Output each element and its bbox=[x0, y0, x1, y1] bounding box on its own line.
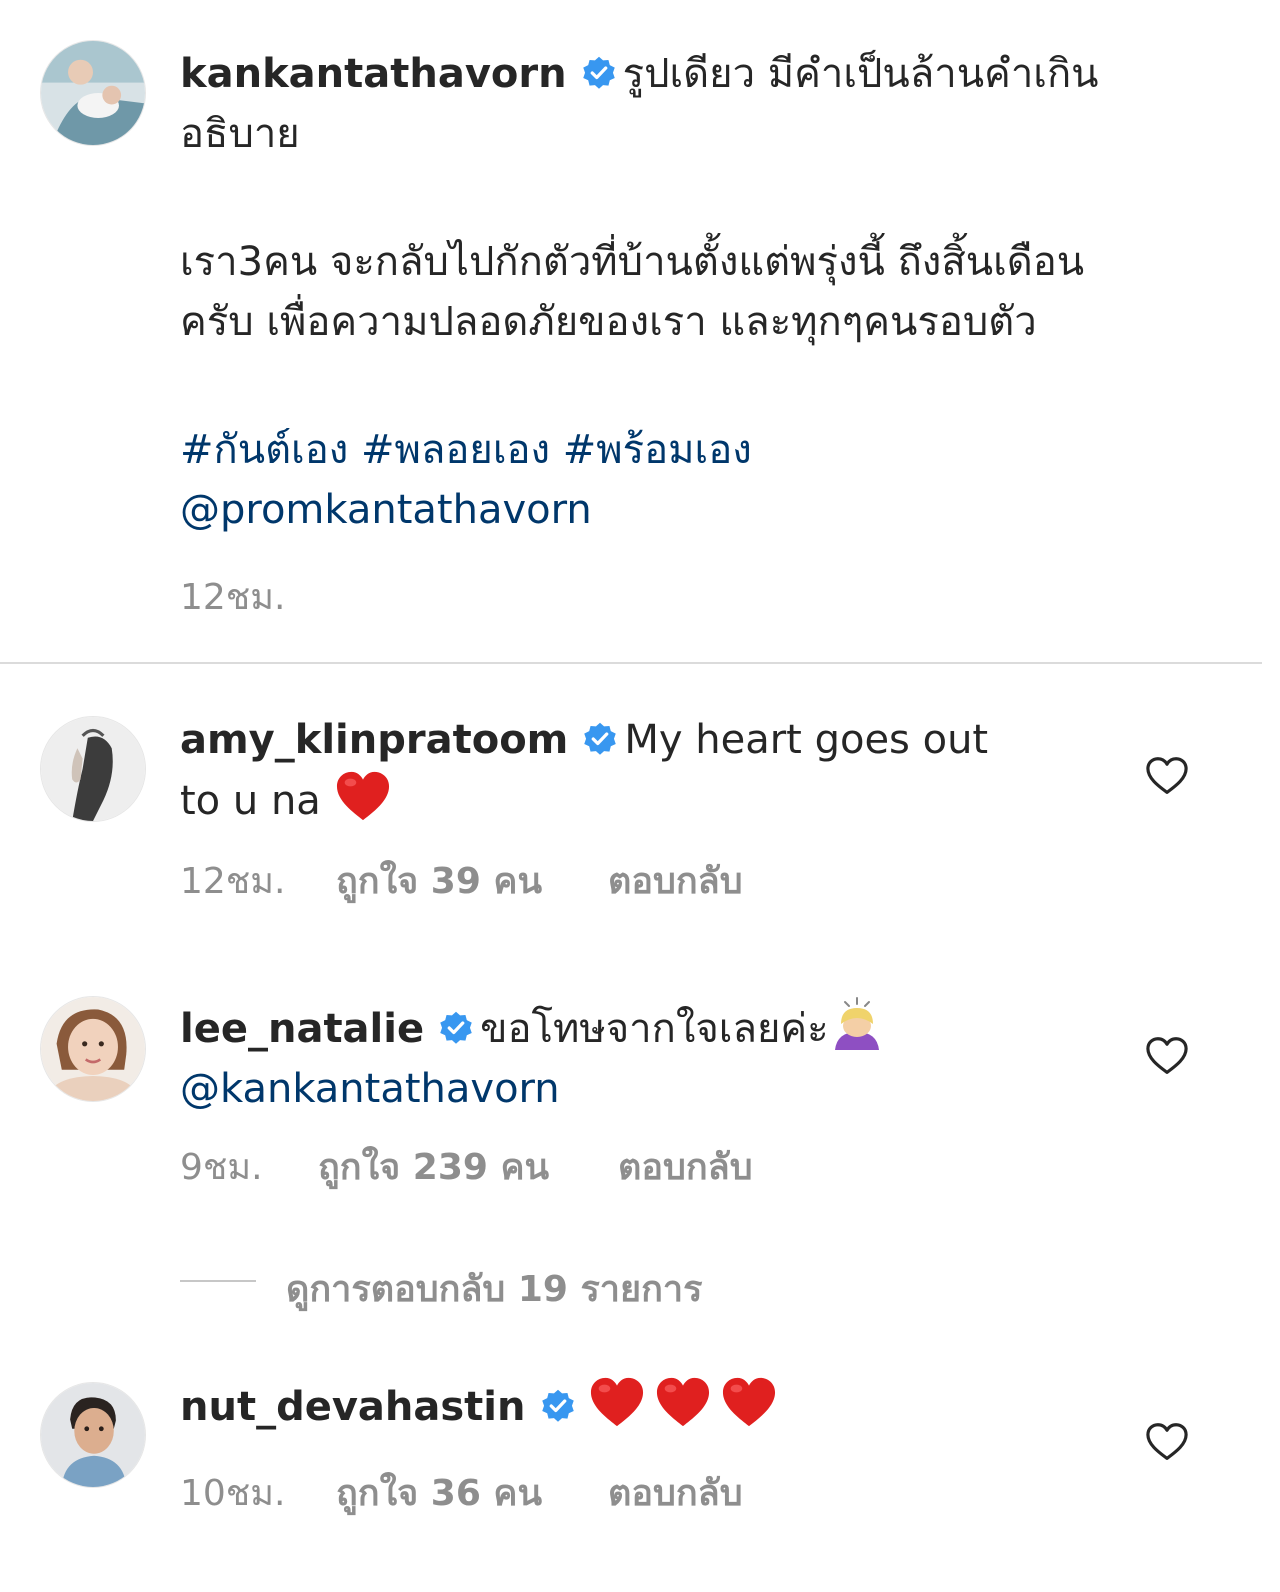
avatar-image bbox=[41, 717, 145, 821]
caption-line-1: kankantathavorn รูปเดียว มีคำเป็นล้านคำเก… bbox=[180, 44, 1099, 104]
comment-timestamp: 9ชม. bbox=[180, 1147, 263, 1188]
comment-text-nut: nut_devahastin bbox=[180, 1376, 778, 1437]
like-heart-icon[interactable] bbox=[1145, 1036, 1189, 1076]
avatar-image bbox=[41, 41, 145, 145]
view-replies-line bbox=[180, 1280, 256, 1282]
comment-text-line-1: My heart goes out bbox=[624, 717, 989, 763]
comment-line-1: lee_natalie ขอโทษจากใจเลยค่ะ bbox=[180, 996, 885, 1059]
red-heart-emoji-icon bbox=[588, 1376, 646, 1430]
comment-line-2: to u na bbox=[180, 770, 988, 831]
bowing-woman-emoji-icon bbox=[829, 996, 885, 1052]
caption-hashtags[interactable]: #กันต์เอง #พลอยเอง #พร้อมเอง bbox=[180, 420, 752, 480]
caption-text-line-3: เรา3คน จะกลับไปกักตัวที่บ้านตั้งแต่พรุ่ง… bbox=[180, 239, 1085, 285]
caption-text-line-1: รูปเดียว มีคำเป็นล้านคำเกิน bbox=[622, 51, 1099, 97]
comment-likes-count[interactable]: ถูกใจ 36 คน bbox=[336, 1464, 542, 1521]
red-heart-emoji-icon bbox=[334, 770, 392, 824]
comment-timestamp: 12ชม. bbox=[180, 861, 286, 902]
comment-line-1: nut_devahastin bbox=[180, 1376, 778, 1437]
divider bbox=[0, 662, 1262, 664]
comment-username[interactable]: nut_devahastin bbox=[180, 1384, 526, 1430]
comment-text-amy: amy_klinpratoom My heart goes out to u na bbox=[180, 710, 988, 831]
verified-icon bbox=[582, 721, 618, 757]
comment-line-1: amy_klinpratoom My heart goes out bbox=[180, 710, 988, 770]
caption-paragraph-2: เรา3คน จะกลับไปกักตัวที่บ้านตั้งแต่พรุ่ง… bbox=[180, 232, 1084, 352]
comment-username[interactable]: amy_klinpratoom bbox=[180, 717, 568, 763]
like-heart-icon[interactable] bbox=[1145, 756, 1189, 796]
view-replies-button[interactable]: ดูการตอบกลับ 19 รายการ bbox=[286, 1260, 702, 1317]
comment-avatar-nut[interactable] bbox=[40, 1382, 146, 1488]
comment-likes-count[interactable]: ถูกใจ 39 คน bbox=[336, 852, 542, 909]
caption-text-line-4: ครับ เพื่อความปลอดภัยของเรา และทุกๆคนรอบ… bbox=[180, 299, 1037, 345]
reply-button[interactable]: ตอบกลับ bbox=[608, 1464, 743, 1521]
red-heart-emoji-icon bbox=[654, 1376, 712, 1430]
like-heart-icon[interactable] bbox=[1145, 1422, 1189, 1462]
comment-mention[interactable]: @kankantathavorn bbox=[180, 1059, 885, 1119]
caption-text-line-2: อธิบาย bbox=[180, 111, 300, 157]
avatar-image bbox=[41, 1383, 145, 1487]
caption-mention[interactable]: @promkantathavorn bbox=[180, 480, 752, 540]
comment-avatar-lee[interactable] bbox=[40, 996, 146, 1102]
red-heart-emoji-icon bbox=[720, 1376, 778, 1430]
comment-text-lee: lee_natalie ขอโทษจากใจเลยค่ะ @kankantatha… bbox=[180, 996, 885, 1119]
reply-button[interactable]: ตอบกลับ bbox=[608, 852, 743, 909]
comment-avatar-amy[interactable] bbox=[40, 716, 146, 822]
caption-username[interactable]: kankantathavorn bbox=[180, 51, 567, 97]
caption-timestamp: 12ชม. bbox=[180, 577, 286, 618]
verified-icon bbox=[438, 1010, 474, 1046]
comment-username[interactable]: lee_natalie bbox=[180, 1006, 424, 1052]
avatar-image bbox=[41, 997, 145, 1101]
caption-text: kankantathavorn รูปเดียว มีคำเป็นล้านคำเก… bbox=[180, 44, 1099, 164]
caption-tags: #กันต์เอง #พลอยเอง #พร้อมเอง @promkantat… bbox=[180, 420, 752, 540]
verified-icon bbox=[540, 1388, 576, 1424]
comment-text-line-1: ขอโทษจากใจเลยค่ะ bbox=[480, 1006, 829, 1052]
verified-icon bbox=[581, 55, 617, 91]
reply-button[interactable]: ตอบกลับ bbox=[618, 1138, 753, 1195]
comment-likes-count[interactable]: ถูกใจ 239 คน bbox=[318, 1138, 549, 1195]
comment-timestamp: 10ชม. bbox=[180, 1473, 286, 1514]
comment-text-line-2: to u na bbox=[180, 778, 321, 824]
caption-avatar[interactable] bbox=[40, 40, 146, 146]
